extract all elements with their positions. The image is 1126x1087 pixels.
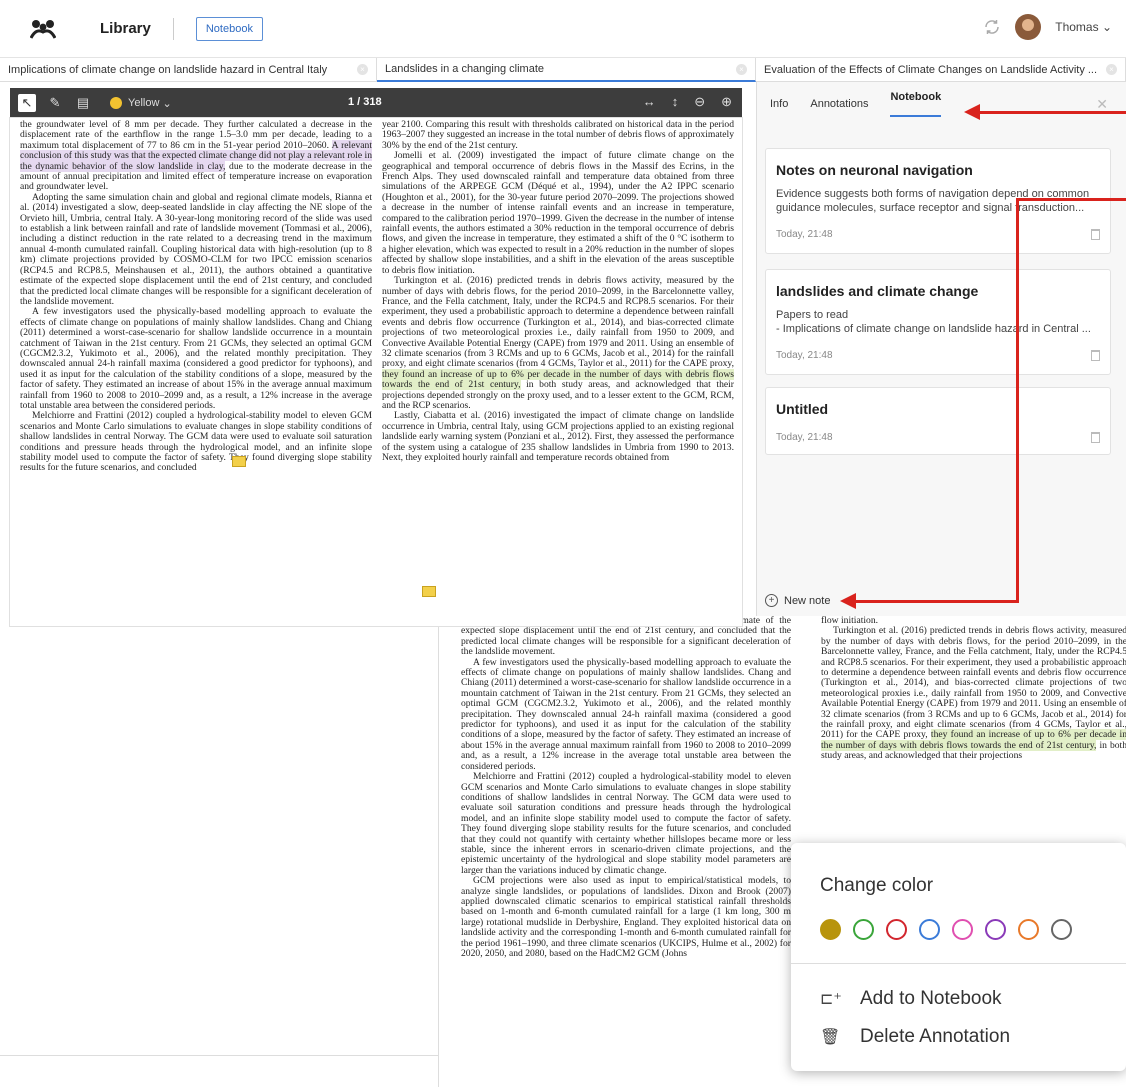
note-title: landslides and climate change — [776, 283, 979, 299]
tab-annotations[interactable]: Annotations — [810, 98, 868, 110]
tab-label: Landslides in a changing climate — [385, 63, 544, 75]
arrowhead-icon — [964, 104, 980, 120]
chevron-down-icon: ⌄ — [1101, 20, 1112, 34]
notebook-button[interactable]: Notebook — [195, 16, 263, 41]
main-reader: the groundwater level of 8 mm per decade… — [10, 118, 742, 626]
color-option[interactable] — [886, 919, 907, 940]
callout-arrow — [1016, 198, 1019, 602]
tab-label: Evaluation of the Effects of Climate Cha… — [764, 64, 1098, 76]
note-timestamp: Today, 21:48 — [776, 229, 833, 240]
new-note-label: New note — [784, 594, 831, 607]
delete-annotation-item[interactable]: 🗑 Delete Annotation — [820, 1026, 1010, 1048]
note-card[interactable]: landslides and climate change Papers to … — [765, 269, 1111, 375]
divider — [0, 1055, 438, 1056]
callout-arrow — [980, 111, 1126, 114]
paragraph: Turkington et al. (2016) predicted trend… — [821, 625, 1126, 741]
fit-height-icon[interactable]: ↕ — [672, 94, 679, 110]
divider — [172, 17, 174, 40]
trash-icon: 🗑 — [820, 1029, 841, 1046]
tab-landslides[interactable]: Landslides in a changing climate × — [377, 58, 756, 82]
tab-label: Implications of climate change on landsl… — [8, 64, 328, 76]
user-name: Thomas — [1055, 20, 1099, 34]
close-tab-icon[interactable]: × — [736, 64, 747, 75]
note-timestamp: Today, 21:48 — [776, 350, 833, 361]
library-title[interactable]: Library — [100, 20, 151, 37]
close-tab-icon[interactable]: × — [357, 64, 368, 75]
callout-arrow — [856, 600, 1019, 603]
notebook-tabs: Info Annotations Notebook — [757, 82, 1126, 126]
note-card[interactable]: Notes on neuronal navigation Evidence su… — [765, 148, 1111, 254]
close-tab-icon[interactable]: × — [1106, 64, 1117, 75]
plus-icon: + — [765, 594, 778, 607]
add-to-notebook-icon: ⊏⁺ — [820, 991, 842, 1008]
trash-icon[interactable] — [1091, 432, 1100, 443]
menu-item-label: Delete Annotation — [860, 1026, 1011, 1047]
color-option[interactable] — [1051, 919, 1072, 940]
paragraph: Melchiorre and Frattini (2012) coupled a… — [461, 771, 791, 876]
note-title: Notes on neuronal navigation — [776, 162, 973, 178]
tab-bar: Implications of climate change on landsl… — [0, 58, 1126, 82]
color-option[interactable] — [1018, 919, 1039, 940]
color-dropdown[interactable]: Yellow ⌄ — [110, 97, 172, 110]
new-note-button[interactable]: + New note — [765, 594, 830, 607]
paragraph: Adopting the same simulation chain and g… — [20, 191, 372, 307]
tab-info[interactable]: Info — [770, 98, 788, 110]
paragraph: year 2100. Comparing this result with th… — [382, 120, 734, 151]
color-option[interactable] — [985, 919, 1006, 940]
callout-arrow — [1016, 198, 1126, 201]
zoom-in-icon[interactable]: ⊕ — [721, 94, 732, 110]
note-body: - Implications of climate change on land… — [776, 323, 1091, 335]
page-indicator: 1 / 318 — [348, 96, 382, 108]
paragraph: Lastly, Ciabatta et al. (2016) investiga… — [382, 410, 734, 463]
paragraph: Melchiorre and Frattini (2012) coupled a… — [20, 410, 372, 474]
note-body: Papers to read — [776, 309, 849, 321]
change-color-label: Change color — [820, 875, 934, 896]
color-options — [820, 919, 1072, 940]
note-card[interactable]: Untitled Today, 21:48 — [765, 387, 1111, 455]
paragraph: Jomelli et al. (2009) investigated the i… — [382, 150, 734, 276]
paragraph: Turkington et al. (2016) predicted trend… — [382, 275, 734, 370]
menu-item-label: Add to Notebook — [860, 988, 1002, 1009]
divider — [791, 963, 1126, 964]
pen-icon[interactable]: ✎ — [46, 94, 64, 112]
note-title: Untitled — [776, 401, 829, 417]
paragraph: GCM projections were also used as input … — [461, 875, 791, 959]
top-bar: Library Notebook Thomas ⌄ — [0, 0, 1126, 58]
paragraph: the groundwater level of 8 mm per decade… — [20, 120, 372, 151]
color-option[interactable] — [820, 919, 841, 940]
note-body: Evidence suggests both forms of navigati… — [776, 188, 1090, 214]
color-label: Yellow — [128, 97, 160, 109]
paragraph: A few investigators used the physically-… — [20, 306, 372, 411]
note-timestamp: Today, 21:48 — [776, 432, 833, 443]
note-annotation-icon[interactable] — [232, 456, 246, 467]
paragraph: A few investigators used the physically-… — [461, 656, 791, 772]
user-menu[interactable]: Thomas ⌄ — [1055, 20, 1112, 34]
reader-toolbar: ↖ ✎ ▤ Yellow ⌄ 1 / 318 ↔ ↕ ⊖ ⊕ — [10, 88, 742, 118]
secondary-left-column: Meinshausen et al., 2011), the authors o… — [461, 616, 791, 1087]
right-column: year 2100. Comparing this result with th… — [382, 120, 734, 626]
notebook-pane: Info Annotations Notebook ✕ Notes on neu… — [756, 82, 1126, 616]
zoom-out-icon[interactable]: ⊖ — [694, 94, 705, 110]
note-annotation-icon[interactable] — [422, 586, 436, 597]
color-option[interactable] — [853, 919, 874, 940]
pointer-icon[interactable]: ↖ — [18, 94, 36, 112]
avatar[interactable] — [1015, 14, 1042, 40]
trash-icon[interactable] — [1091, 350, 1100, 361]
arrowhead-icon — [840, 593, 856, 609]
annotation-context-menu: Change color ⊏⁺ Add to Notebook 🗑 Delete… — [791, 843, 1126, 1071]
color-swatch — [110, 97, 122, 109]
sync-icon[interactable] — [983, 18, 1001, 36]
left-column: the groundwater level of 8 mm per decade… — [20, 120, 372, 626]
fit-width-icon[interactable]: ↔ — [643, 94, 656, 110]
tab-evaluation[interactable]: Evaluation of the Effects of Climate Cha… — [756, 58, 1126, 82]
color-option[interactable] — [919, 919, 940, 940]
trash-icon[interactable] — [1091, 229, 1100, 240]
color-option[interactable] — [952, 919, 973, 940]
tab-notebook[interactable]: Notebook — [890, 91, 941, 117]
app-logo-icon[interactable] — [30, 18, 56, 40]
note-icon[interactable]: ▤ — [74, 94, 92, 112]
tab-implications[interactable]: Implications of climate change on landsl… — [0, 58, 377, 82]
add-to-notebook-item[interactable]: ⊏⁺ Add to Notebook — [820, 988, 1002, 1010]
